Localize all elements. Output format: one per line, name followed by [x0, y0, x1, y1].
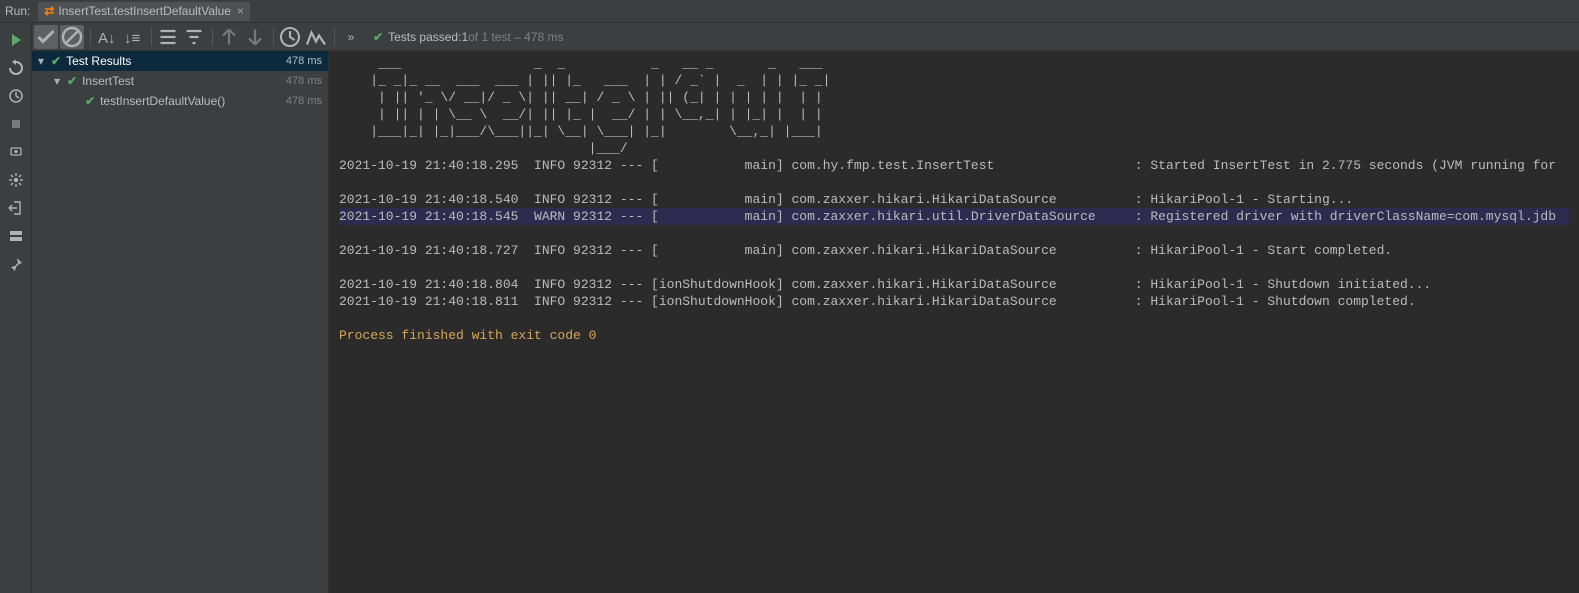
console-output[interactable]: ___ _ _ _ __ _ _ ___ |_ _|_ __ ___ ___ |… — [329, 51, 1579, 593]
prev-failed-button[interactable] — [217, 25, 241, 49]
run-config-icon: ⇄ — [44, 4, 54, 18]
tree-test-label: testInsertDefaultValue() — [100, 94, 286, 108]
stop-button[interactable] — [3, 111, 29, 137]
toolbar-separator — [273, 28, 274, 46]
more-button[interactable]: » — [339, 25, 363, 49]
toolbar-separator — [90, 28, 91, 46]
tree-root[interactable]: ▾ ✔ Test Results 478 ms — [32, 51, 328, 71]
close-icon[interactable]: × — [237, 4, 244, 18]
tree-test-time: 478 ms — [286, 95, 322, 107]
tree-suite-time: 478 ms — [286, 75, 322, 87]
check-icon: ✔ — [85, 94, 95, 108]
dump-threads-button[interactable] — [3, 139, 29, 165]
rerun-button[interactable] — [3, 27, 29, 53]
test-history-button[interactable] — [278, 25, 302, 49]
toggle-auto-test-button[interactable] — [3, 83, 29, 109]
split-panel: ▾ ✔ Test Results 478 ms ▾ ✔ InsertTest 4… — [32, 51, 1579, 593]
run-config-name: InsertTest.testInsertDefaultValue — [58, 4, 231, 18]
test-tree: ▾ ✔ Test Results 478 ms ▾ ✔ InsertTest 4… — [32, 51, 329, 593]
sort-duration-button[interactable]: ↓≡ — [121, 25, 145, 49]
tree-root-time: 478 ms — [286, 55, 322, 67]
tree-suite[interactable]: ▾ ✔ InsertTest 478 ms — [32, 71, 328, 91]
status-passed-prefix: Tests passed: — [388, 30, 461, 44]
main-area: A↓ ↓≡ — [0, 23, 1579, 593]
toolbar-separator — [151, 28, 152, 46]
status-passed-suffix: of 1 test – 478 ms — [468, 30, 563, 44]
svg-text:A↓: A↓ — [98, 30, 116, 47]
layout-button[interactable] — [3, 223, 29, 249]
check-icon: ✔ — [51, 54, 61, 68]
chevron-down-icon: ▾ — [54, 74, 64, 88]
exit-button[interactable] — [3, 195, 29, 221]
tree-suite-label: InsertTest — [82, 74, 286, 88]
pin-button[interactable] — [3, 251, 29, 277]
expand-all-button[interactable] — [156, 25, 180, 49]
rerun-failed-button[interactable] — [3, 55, 29, 81]
content: A↓ ↓≡ — [32, 23, 1579, 593]
check-icon: ✔ — [67, 74, 77, 88]
tree-root-label: Test Results — [66, 54, 286, 68]
test-toolbar: A↓ ↓≡ — [32, 23, 1579, 51]
import-tests-button[interactable] — [304, 25, 328, 49]
tree-test[interactable]: ✔ testInsertDefaultValue() 478 ms — [32, 91, 328, 111]
svg-text:↓≡: ↓≡ — [124, 30, 141, 47]
check-icon: ✔ — [373, 30, 383, 44]
show-ignored-toggle[interactable] — [60, 25, 84, 49]
run-tab-bar: Run: ⇄ InsertTest.testInsertDefaultValue… — [0, 0, 1579, 23]
toolbar-separator — [212, 28, 213, 46]
run-config-tab[interactable]: ⇄ InsertTest.testInsertDefaultValue × — [38, 2, 250, 21]
test-status: ✔ Tests passed: 1 of 1 test – 478 ms — [373, 30, 564, 44]
settings-button[interactable] — [3, 167, 29, 193]
next-failed-button[interactable] — [243, 25, 267, 49]
run-label: Run: — [5, 4, 30, 18]
collapse-all-button[interactable] — [182, 25, 206, 49]
sort-alpha-button[interactable]: A↓ — [95, 25, 119, 49]
status-passed-count: 1 — [461, 30, 468, 44]
toolbar-separator — [334, 28, 335, 46]
chevron-down-icon: ▾ — [38, 54, 48, 68]
left-gutter — [0, 23, 32, 593]
show-passed-toggle[interactable] — [34, 25, 58, 49]
